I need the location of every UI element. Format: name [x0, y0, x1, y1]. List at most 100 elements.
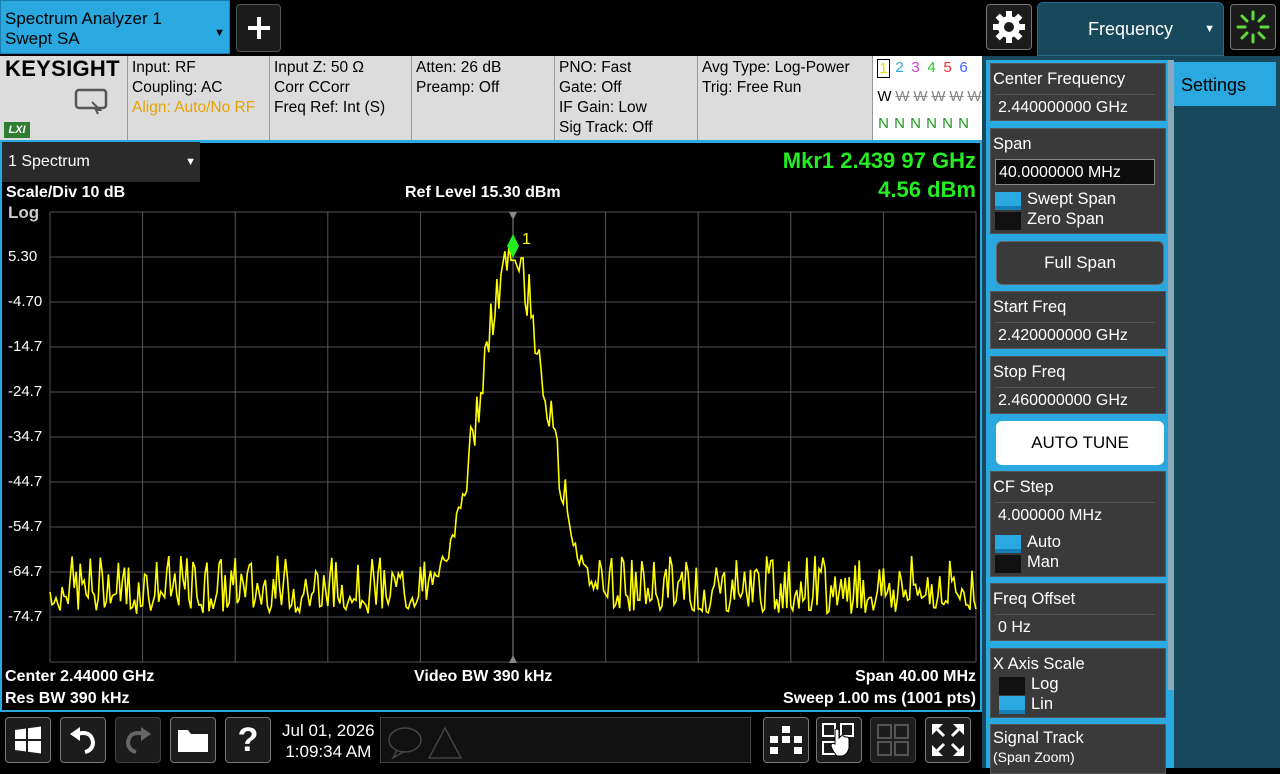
- trace-status-panel[interactable]: 123456 WWWWWW NNNNNN: [873, 56, 982, 140]
- ref-level-marker-top: [509, 212, 517, 220]
- plus-icon: [247, 17, 270, 39]
- time: 1:09:34 AM: [285, 742, 372, 761]
- windows-start-button[interactable]: [5, 717, 51, 763]
- center-frequency-label[interactable]: Center 2.44000 GHz: [5, 668, 154, 686]
- marker-frequency-readout: Mkr1 2.439 97 GHz: [782, 148, 976, 173]
- y-axis-tick: -14.7: [8, 338, 43, 355]
- span-label[interactable]: Span 40.00 MHz: [855, 668, 976, 686]
- swept-span-radio[interactable]: [995, 192, 1021, 210]
- measurement-info-bar: KEYSIGHT LXI Input: RF Coupling: AC Alig…: [0, 56, 982, 140]
- ref-level-marker-bottom: [509, 655, 517, 663]
- grid-layout-icon: [877, 724, 909, 756]
- mode-tab-frequency[interactable]: Frequency ▼: [1037, 2, 1224, 56]
- trace-number-2: 2: [895, 59, 904, 76]
- touch-mode-button[interactable]: [816, 717, 862, 763]
- window-selector-label: 1 Spectrum: [8, 153, 90, 170]
- span-label: Span: [993, 135, 1032, 153]
- cf-step-man-radio[interactable]: [995, 555, 1021, 573]
- input-settings[interactable]: Input: RF Coupling: AC Align: Auto/No RF: [128, 56, 270, 140]
- cf-step-value[interactable]: 4.000000 MHz: [995, 502, 1155, 528]
- trace-detector-1: N: [878, 115, 889, 132]
- x-axis-lin-label: Lin: [1031, 695, 1054, 713]
- input-z-settings[interactable]: Input Z: 50 Ω Corr CCorr Freq Ref: Int (…: [270, 56, 412, 140]
- video-bw-label[interactable]: Video BW 390 kHz: [414, 668, 552, 686]
- trace-type-5: W: [949, 88, 964, 105]
- help-button[interactable]: ?: [225, 717, 271, 763]
- pno: PNO: Fast: [559, 59, 632, 76]
- start-freq-key[interactable]: Start Freq 2.420000000 GHz: [990, 291, 1166, 349]
- redo-icon: [125, 727, 151, 754]
- y-axis-tick: -4.70: [8, 293, 43, 310]
- chevron-down-icon: ▼: [214, 27, 225, 39]
- file-button[interactable]: [170, 717, 216, 763]
- fullscreen-button[interactable]: [925, 717, 971, 763]
- message-area[interactable]: [380, 717, 751, 763]
- center-frequency-key[interactable]: Center Frequency 2.440000000 GHz: [990, 63, 1166, 121]
- remote-desktop-icon[interactable]: [74, 88, 114, 116]
- x-axis-lin-radio[interactable]: [999, 696, 1025, 714]
- trace-type-3: W: [913, 88, 928, 105]
- span-value[interactable]: 40.0000000 MHz: [995, 159, 1155, 185]
- y-axis-tick: -24.7: [8, 383, 43, 400]
- x-axis-scale-label: X Axis Scale: [993, 655, 1085, 673]
- y-axis-tick: -74.7: [8, 608, 43, 625]
- spinner-icon: [1236, 10, 1270, 44]
- system-settings-button[interactable]: [986, 4, 1032, 50]
- auto-tune-button[interactable]: AUTO TUNE: [996, 421, 1164, 465]
- start-freq-value[interactable]: 2.420000000 GHz: [995, 322, 1155, 348]
- coupling: Coupling: AC: [132, 79, 223, 96]
- zero-span-radio[interactable]: [995, 212, 1021, 230]
- cf-step-man-label: Man: [1027, 553, 1060, 571]
- full-span-button[interactable]: Full Span: [996, 241, 1164, 285]
- tab-settings[interactable]: Settings: [1174, 62, 1276, 106]
- span-key[interactable]: Span 40.0000000 MHz Swept Span Zero Span: [990, 128, 1166, 234]
- stop-freq-key[interactable]: Stop Freq 2.460000000 GHz: [990, 356, 1166, 414]
- bw-settings[interactable]: PNO: Fast Gate: Off IF Gain: Low Sig Tra…: [555, 56, 698, 140]
- signal-track-key[interactable]: Signal Track (Span Zoom): [990, 724, 1166, 774]
- if-gain: IF Gain: Low: [559, 99, 647, 116]
- redo-button[interactable]: [115, 717, 161, 763]
- question-mark-icon: ?: [237, 720, 259, 759]
- freq-offset-key[interactable]: Freq Offset 0 Hz: [990, 583, 1166, 641]
- y-axis-tick: -54.7: [8, 518, 43, 535]
- input-rf: Input: RF: [132, 59, 196, 76]
- center-frequency-value[interactable]: 2.440000000 GHz: [995, 94, 1155, 120]
- window-selector[interactable]: 1 Spectrum ▼: [2, 142, 200, 182]
- trace-detector-3: N: [910, 115, 921, 132]
- swept-span-label: Swept Span: [1027, 190, 1116, 208]
- avg-type: Avg Type: Log-Power: [702, 59, 850, 76]
- stop-freq-value[interactable]: 2.460000000 GHz: [995, 387, 1155, 413]
- res-bw-label[interactable]: Res BW 390 kHz: [5, 690, 130, 708]
- cf-step-auto-radio[interactable]: [995, 535, 1021, 553]
- trace-settings[interactable]: Avg Type: Log-Power Trig: Free Run: [698, 56, 873, 140]
- message-icons: [388, 726, 463, 760]
- y-axis-tick: -44.7: [8, 473, 43, 490]
- trace-type-1: W: [877, 88, 892, 105]
- chevron-down-icon: ▼: [185, 156, 196, 168]
- app-tab-title: Spectrum Analyzer 1: [5, 9, 162, 28]
- freq-offset-value[interactable]: 0 Hz: [995, 614, 1155, 640]
- trigger: Trig: Free Run: [702, 79, 802, 96]
- preamp: Preamp: Off: [416, 79, 500, 96]
- sweep-label[interactable]: Sweep 1.00 ms (1001 pts): [783, 690, 976, 708]
- correction: Corr CCorr: [274, 79, 350, 96]
- menu-scrollbar[interactable]: [1168, 60, 1174, 690]
- x-axis-scale-key[interactable]: X Axis Scale Log Lin: [990, 648, 1166, 718]
- spectrum-plot[interactable]: 1: [0, 200, 982, 670]
- app-tab[interactable]: Spectrum Analyzer 1 Swept SA ▼: [0, 0, 230, 54]
- undo-icon: [70, 727, 96, 754]
- trace-number-1: 1: [877, 59, 890, 78]
- trace-type-6: W: [967, 88, 982, 105]
- x-axis-log-radio[interactable]: [999, 677, 1025, 695]
- busy-indicator-button[interactable]: [1230, 4, 1276, 50]
- measurement-bar-button[interactable]: [763, 717, 809, 763]
- y-axis-tick: -34.7: [8, 428, 43, 445]
- zero-span-label: Zero Span: [1027, 210, 1105, 228]
- input-z: Input Z: 50 Ω: [274, 59, 364, 76]
- cf-step-key[interactable]: CF Step 4.000000 MHz Auto Man: [990, 471, 1166, 577]
- add-screen-button[interactable]: [236, 4, 281, 52]
- window-layout-button[interactable]: [870, 717, 916, 763]
- undo-button[interactable]: [60, 717, 106, 763]
- cf-step-label: CF Step: [993, 478, 1054, 496]
- attenuation-settings[interactable]: Atten: 26 dB Preamp: Off: [412, 56, 555, 140]
